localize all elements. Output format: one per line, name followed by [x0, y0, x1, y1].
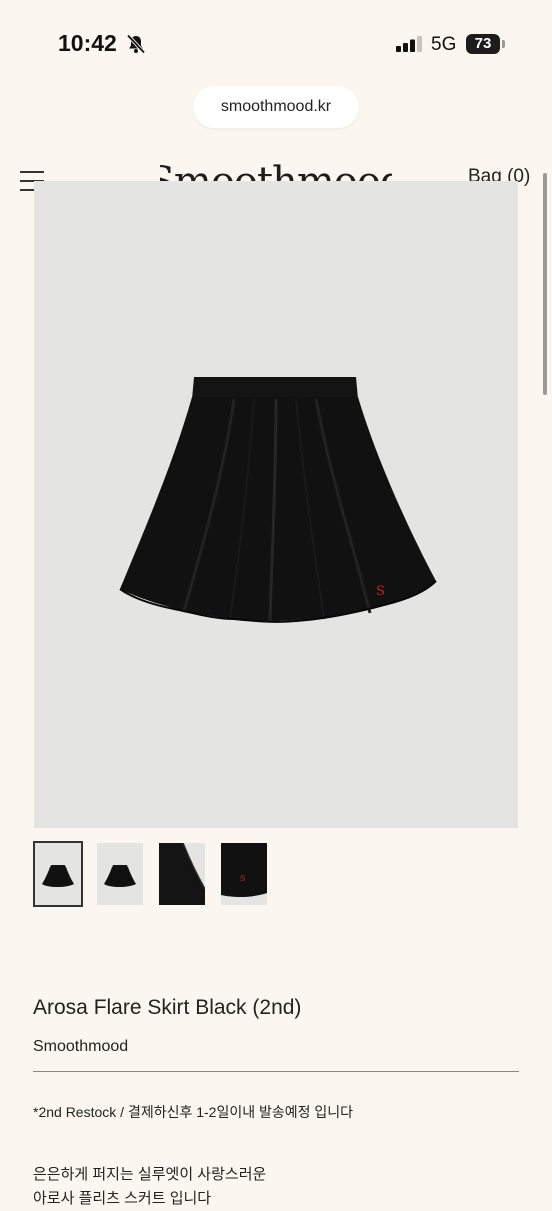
thumbnail-3[interactable]: [159, 843, 205, 905]
battery-icon: 73: [466, 34, 500, 54]
cellular-signal-icon: [396, 36, 424, 57]
shipping-note: *2nd Restock / 결제하신후 1-2일이내 발송예정 입니다: [33, 1104, 354, 1120]
status-bar: 10:42 5G 73: [0, 0, 552, 90]
description-line: 은은하게 퍼지는 실루엣이 사랑스러운: [33, 1166, 267, 1183]
divider: [33, 1071, 519, 1072]
product-brand[interactable]: Smoothmood: [33, 1038, 128, 1056]
status-time: 10:42: [58, 30, 117, 56]
description-line: 아로사 플리츠 스커트 입니다: [33, 1190, 212, 1207]
battery-cap: [502, 40, 505, 48]
thumbnail-logo-mark: S: [240, 874, 245, 883]
embroidered-logo: S: [376, 584, 385, 599]
address-bar[interactable]: smoothmood.kr: [193, 86, 359, 128]
thumbnail-1[interactable]: [33, 841, 83, 907]
thumbnail-2[interactable]: [97, 843, 143, 905]
product-description: 은은하게 퍼지는 실루엣이 사랑스러운 아로사 플리츠 스커트 입니다: [33, 1163, 519, 1211]
thumbnail-4[interactable]: S: [221, 843, 267, 905]
skirt-illustration: S: [119, 377, 437, 623]
page-scrollbar[interactable]: [543, 173, 547, 395]
product-main-image[interactable]: S: [34, 181, 518, 828]
network-type: 5G: [431, 34, 457, 55]
bell-muted-icon: [126, 34, 146, 59]
product-title: Arosa Flare Skirt Black (2nd): [33, 996, 302, 1019]
